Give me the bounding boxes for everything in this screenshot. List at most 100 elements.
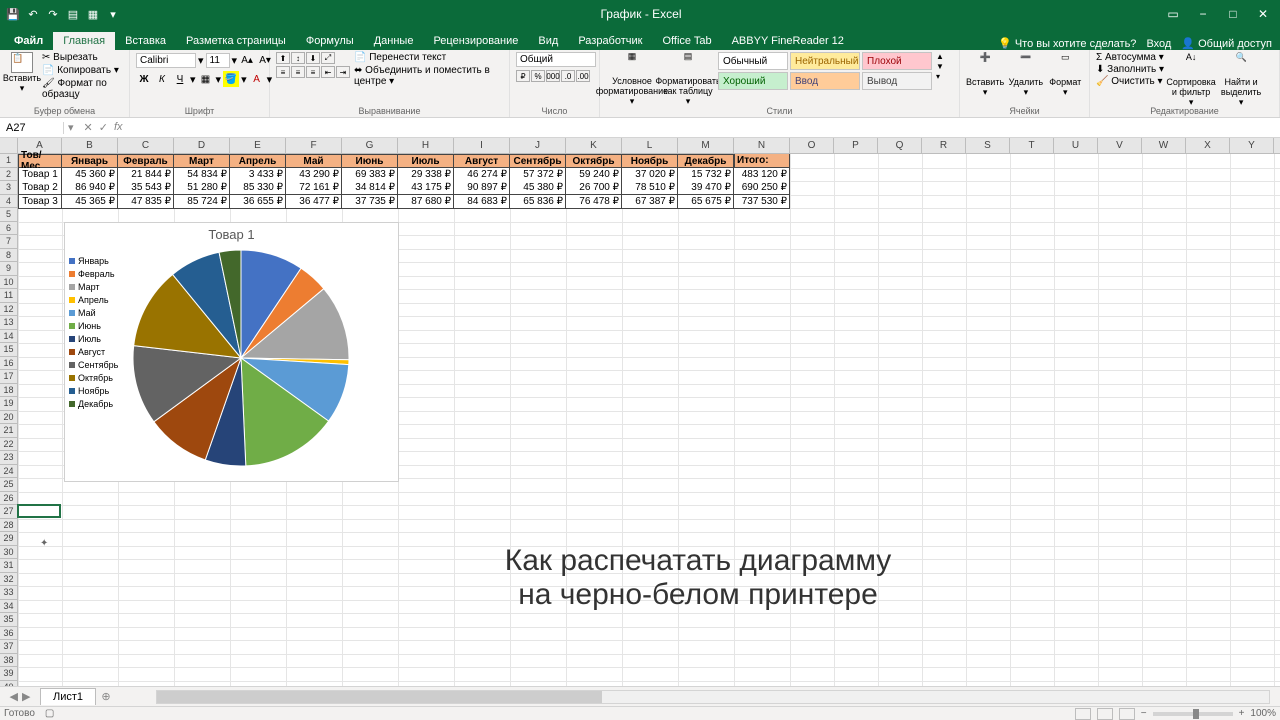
row-header-19[interactable]: 19 (0, 397, 17, 411)
tab-office-tab[interactable]: Office Tab (652, 32, 721, 50)
table-cell[interactable]: 29 338 ₽ (398, 168, 454, 182)
col-header-T[interactable]: T (1010, 138, 1054, 153)
table-cell[interactable]: 45 360 ₽ (62, 168, 118, 182)
zoom-in-icon[interactable]: + (1239, 708, 1245, 719)
col-header-K[interactable]: K (566, 138, 622, 153)
number-format-select[interactable]: Общий (516, 52, 596, 67)
table-cell[interactable]: 72 161 ₽ (286, 181, 342, 195)
row-header-24[interactable]: 24 (0, 465, 17, 479)
table-cell[interactable]: 65 836 ₽ (510, 195, 566, 209)
tab-данные[interactable]: Данные (364, 32, 424, 50)
row-header-21[interactable]: 21 (0, 424, 17, 438)
tab-формулы[interactable]: Формулы (296, 32, 364, 50)
table-header-cell[interactable]: Итого: (734, 154, 790, 168)
currency-icon[interactable]: ₽ (516, 70, 530, 82)
zoom-slider[interactable] (1153, 712, 1233, 716)
table-cell[interactable]: 45 365 ₽ (62, 195, 118, 209)
style-Обычный[interactable]: Обычный (718, 52, 788, 70)
percent-icon[interactable]: % (531, 70, 545, 82)
row-header-16[interactable]: 16 (0, 357, 17, 371)
dec-decimal-icon[interactable]: .00 (576, 70, 590, 82)
table-header-cell[interactable]: Тов/Мес (18, 154, 62, 168)
page-break-view-icon[interactable] (1119, 708, 1135, 720)
table-cell[interactable]: Товар 3 (18, 195, 62, 209)
align-top-icon[interactable]: ⬆ (276, 52, 290, 64)
sheet-tab[interactable]: Лист1 (40, 688, 96, 705)
save-icon[interactable]: 💾 (6, 7, 20, 21)
tab-abbyy-finereader-12[interactable]: ABBYY FineReader 12 (722, 32, 854, 50)
spreadsheet-grid[interactable]: ABCDEFGHIJKLMNOPQRSTUVWXY 12345678910111… (0, 138, 1280, 686)
table-cell[interactable]: 45 380 ₽ (510, 181, 566, 195)
table-header-cell[interactable]: Июнь (342, 154, 398, 168)
find-select-button[interactable]: 🔍Найти и выделить▾ (1218, 52, 1264, 108)
row-header-13[interactable]: 13 (0, 316, 17, 330)
pie-chart[interactable]: Товар 1ЯнварьФевральМартАпрельМайИюньИюл… (64, 222, 399, 482)
table-cell[interactable]: 26 700 ₽ (566, 181, 622, 195)
table-cell[interactable]: 35 543 ₽ (118, 181, 174, 195)
row-headers[interactable]: 1234567891011121314151617181920212223242… (0, 154, 18, 686)
qat-icon-1[interactable]: ▤ (66, 7, 80, 21)
sort-filter-button[interactable]: A↓Сортировка и фильтр▾ (1168, 52, 1214, 108)
row-header-1[interactable]: 1 (0, 154, 17, 168)
align-middle-icon[interactable]: ↕ (291, 52, 305, 64)
sign-in[interactable]: Вход (1146, 38, 1171, 50)
autosum-button[interactable]: Σ Автосумма ▾ (1096, 52, 1164, 63)
indent-dec-icon[interactable]: ⇤ (321, 66, 335, 78)
page-layout-view-icon[interactable] (1097, 708, 1113, 720)
orientation-icon[interactable]: ⤢ (321, 52, 335, 64)
row-header-6[interactable]: 6 (0, 222, 17, 236)
close-icon[interactable]: ✕ (1250, 7, 1276, 21)
row-header-25[interactable]: 25 (0, 478, 17, 492)
col-header-U[interactable]: U (1054, 138, 1098, 153)
col-header-O[interactable]: O (790, 138, 834, 153)
table-header-cell[interactable]: Август (454, 154, 510, 168)
table-header-cell[interactable]: Октябрь (566, 154, 622, 168)
table-header-cell[interactable]: Июль (398, 154, 454, 168)
row-header-23[interactable]: 23 (0, 451, 17, 465)
column-headers[interactable]: ABCDEFGHIJKLMNOPQRSTUVWXY (18, 138, 1280, 154)
enter-formula-icon[interactable]: ✓ (99, 121, 108, 134)
table-cell[interactable]: 76 478 ₽ (566, 195, 622, 209)
row-header-38[interactable]: 38 (0, 654, 17, 668)
row-header-37[interactable]: 37 (0, 640, 17, 654)
table-cell[interactable]: 483 120 ₽ (734, 168, 790, 182)
merge-center-button[interactable]: ⬌ Объединить и поместить в центре ▾ (354, 65, 503, 87)
wrap-text-button[interactable]: 📄 Перенести текст (354, 52, 503, 63)
col-header-M[interactable]: M (678, 138, 734, 153)
style-Нейтральный[interactable]: Нейтральный (790, 52, 860, 70)
row-header-27[interactable]: 27 (0, 505, 17, 519)
font-name-input[interactable]: Calibri (136, 53, 196, 68)
row-header-2[interactable]: 2 (0, 168, 17, 182)
col-header-B[interactable]: B (62, 138, 118, 153)
align-bottom-icon[interactable]: ⬇ (306, 52, 320, 64)
tab-разметка-страницы[interactable]: Разметка страницы (176, 32, 296, 50)
table-header-cell[interactable]: Декабрь (678, 154, 734, 168)
select-all-corner[interactable] (0, 138, 18, 154)
row-header-26[interactable]: 26 (0, 492, 17, 506)
bold-button[interactable]: Ж (136, 71, 152, 87)
row-header-9[interactable]: 9 (0, 262, 17, 276)
col-header-C[interactable]: C (118, 138, 174, 153)
name-box[interactable]: A27 (0, 122, 64, 134)
conditional-formatting-button[interactable]: ▦Условное форматирование▾ (606, 52, 658, 107)
row-header-31[interactable]: 31 (0, 559, 17, 573)
table-cell[interactable]: 37 735 ₽ (342, 195, 398, 209)
tab-file[interactable]: Файл (4, 32, 53, 50)
row-header-39[interactable]: 39 (0, 667, 17, 681)
table-cell[interactable]: 54 834 ₽ (174, 168, 230, 182)
styles-more-icon[interactable]: ▾ (936, 72, 944, 81)
cells-area[interactable]: Тов/МесЯнварьФевральМартАпрельМайИюньИюл… (18, 154, 1280, 686)
row-header-18[interactable]: 18 (0, 384, 17, 398)
table-cell[interactable]: 43 175 ₽ (398, 181, 454, 195)
table-cell[interactable]: 65 675 ₽ (678, 195, 734, 209)
maximize-icon[interactable]: □ (1220, 7, 1246, 21)
table-cell[interactable]: 86 940 ₽ (62, 181, 118, 195)
row-header-10[interactable]: 10 (0, 276, 17, 290)
italic-button[interactable]: К (154, 71, 170, 87)
tab-разработчик[interactable]: Разработчик (568, 32, 652, 50)
fill-color-button[interactable]: 🪣 (223, 71, 239, 87)
font-size-input[interactable]: 11 (206, 53, 230, 68)
table-cell[interactable]: 690 250 ₽ (734, 181, 790, 195)
format-cells-button[interactable]: ▭Формат▾ (1048, 52, 1083, 98)
row-header-8[interactable]: 8 (0, 249, 17, 263)
